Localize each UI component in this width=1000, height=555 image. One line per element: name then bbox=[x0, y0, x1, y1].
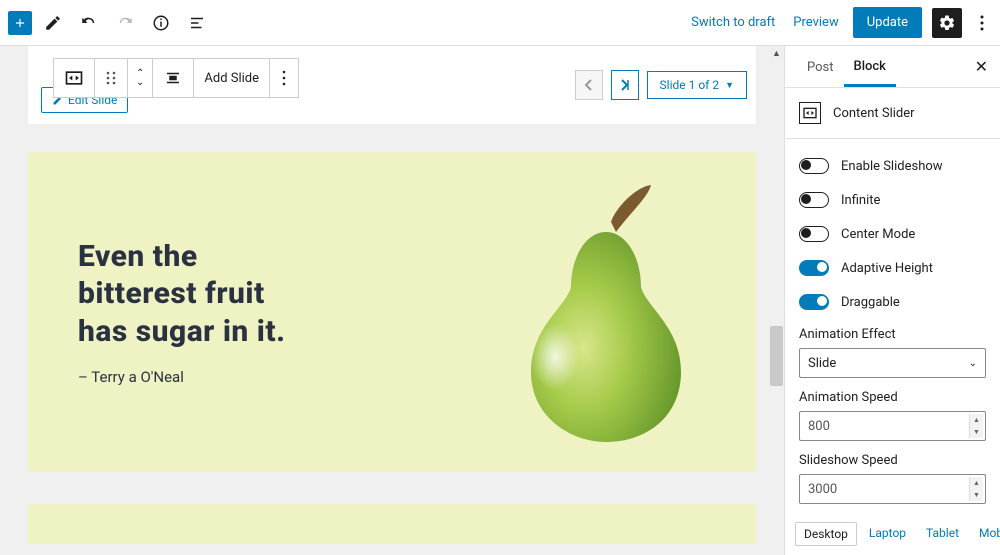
drag-handle[interactable] bbox=[95, 59, 128, 97]
toggle-draggable-switch[interactable] bbox=[799, 294, 829, 310]
editor-topbar: Switch to draft Preview Update bbox=[0, 0, 1000, 46]
sidebar-tabs: Post Block ✕ bbox=[785, 46, 1000, 88]
info-button[interactable] bbox=[146, 8, 176, 38]
content-slider-icon bbox=[799, 102, 821, 124]
prev-slide-button[interactable] bbox=[575, 70, 603, 100]
toggle-infinite: Infinite bbox=[799, 183, 986, 217]
toggle-enable-slideshow: Enable Slideshow bbox=[799, 149, 986, 183]
slide-text: Even the bitterest fruit has sugar in it… bbox=[78, 238, 446, 387]
toggle-infinite-switch[interactable] bbox=[799, 192, 829, 208]
device-tab-tablet[interactable]: Tablet bbox=[918, 522, 967, 546]
device-tab-desktop[interactable]: Desktop bbox=[795, 522, 857, 546]
move-down-icon: ⌄ bbox=[136, 78, 144, 87]
tab-block[interactable]: Block bbox=[844, 47, 896, 87]
chevron-down-icon: ⌄ bbox=[969, 358, 977, 369]
block-header: Content Slider bbox=[785, 88, 1000, 139]
editor-canvas: ▲ ⌃ ⌄ bbox=[0, 46, 784, 555]
slideshow-speed-spinner[interactable]: ▲▼ bbox=[969, 477, 983, 501]
main-layout: ▲ ⌃ ⌄ bbox=[0, 46, 1000, 555]
toggle-adaptive-height: Adaptive Height bbox=[799, 251, 986, 285]
animation-speed-label: Animation Speed bbox=[799, 390, 986, 405]
switch-to-draft-button[interactable]: Switch to draft bbox=[687, 9, 779, 36]
update-button[interactable]: Update bbox=[853, 7, 922, 38]
align-button[interactable] bbox=[153, 59, 194, 97]
add-slide-button[interactable]: Add Slide bbox=[194, 59, 270, 97]
slide-image bbox=[476, 177, 706, 447]
toggle-adaptive-height-switch[interactable] bbox=[799, 260, 829, 276]
animation-effect-field: Animation Effect Slide ⌄ bbox=[785, 319, 1000, 382]
slide-author: – Terry a O'Neal bbox=[78, 368, 446, 386]
animation-effect-label: Animation Effect bbox=[799, 327, 986, 342]
slide-nav: Slide 1 of 2 ▼ bbox=[575, 70, 747, 100]
animation-speed-spinner[interactable]: ▲▼ bbox=[969, 414, 983, 438]
block-more-button[interactable] bbox=[270, 59, 298, 97]
block-title: Content Slider bbox=[833, 106, 915, 121]
toggle-draggable: Draggable bbox=[799, 285, 986, 319]
outline-button[interactable] bbox=[182, 8, 212, 38]
toggle-infinite-label: Infinite bbox=[841, 193, 880, 208]
animation-effect-select[interactable]: Slide ⌄ bbox=[799, 348, 986, 378]
slide-1[interactable]: Even the bitterest fruit has sugar in it… bbox=[28, 152, 756, 472]
animation-speed-input[interactable]: 800 ▲▼ bbox=[799, 411, 986, 441]
content-slider-icon bbox=[64, 68, 84, 88]
slideshow-speed-field: Slideshow Speed 3000 ▲▼ bbox=[785, 445, 1000, 508]
animation-effect-value: Slide bbox=[808, 356, 836, 371]
add-block-button[interactable] bbox=[8, 11, 32, 35]
chevron-left-icon bbox=[584, 79, 594, 91]
canvas-scrollbar[interactable]: ▲ bbox=[769, 46, 784, 555]
add-slide-label: Add Slide bbox=[204, 71, 259, 86]
toggle-enable-slideshow-switch[interactable] bbox=[799, 158, 829, 174]
next-slide-button[interactable] bbox=[611, 70, 639, 100]
topbar-left bbox=[8, 8, 681, 38]
toggle-adaptive-height-label: Adaptive Height bbox=[841, 261, 933, 276]
slide-selector[interactable]: Slide 1 of 2 ▼ bbox=[647, 71, 747, 99]
settings-button[interactable] bbox=[932, 8, 962, 38]
close-sidebar-button[interactable]: ✕ bbox=[975, 57, 988, 76]
chevron-right-icon bbox=[619, 79, 631, 91]
toggle-draggable-label: Draggable bbox=[841, 295, 900, 310]
device-tab-laptop[interactable]: Laptop bbox=[861, 522, 914, 546]
scrollbar-thumb[interactable] bbox=[770, 326, 783, 386]
slide-of-label: Slide 1 of 2 bbox=[660, 78, 720, 92]
block-toolbar: ⌃ ⌄ Add Slide bbox=[53, 58, 299, 98]
align-icon bbox=[163, 68, 183, 88]
caret-down-icon: ▼ bbox=[725, 80, 734, 91]
slide-heading: Even the bitterest fruit has sugar in it… bbox=[78, 238, 446, 351]
topbar-right: Switch to draft Preview Update bbox=[687, 7, 992, 38]
more-options-button[interactable] bbox=[972, 8, 992, 38]
drag-icon bbox=[101, 68, 121, 88]
toggle-center-mode-switch[interactable] bbox=[799, 226, 829, 242]
settings-sidebar: Post Block ✕ Content Slider Enable Slide… bbox=[784, 46, 1000, 555]
toggle-center-mode: Center Mode bbox=[799, 217, 986, 251]
block-type-button[interactable] bbox=[54, 59, 95, 97]
slide-2-peek[interactable] bbox=[28, 504, 756, 544]
slideshow-speed-label: Slideshow Speed bbox=[799, 453, 986, 468]
block-movers[interactable]: ⌃ ⌄ bbox=[128, 59, 153, 97]
animation-speed-value: 800 bbox=[808, 419, 830, 434]
animation-speed-field: Animation Speed 800 ▲▼ bbox=[785, 382, 1000, 445]
responsive-device-tabs: Desktop Laptop Tablet Mobile bbox=[785, 508, 1000, 552]
toggle-enable-slideshow-label: Enable Slideshow bbox=[841, 159, 943, 174]
slideshow-speed-input[interactable]: 3000 ▲▼ bbox=[799, 474, 986, 504]
preview-button[interactable]: Preview bbox=[789, 9, 842, 36]
device-tab-mobile[interactable]: Mobile bbox=[971, 522, 1000, 546]
edit-mode-button[interactable] bbox=[38, 8, 68, 38]
toggle-center-mode-label: Center Mode bbox=[841, 227, 915, 242]
undo-button[interactable] bbox=[74, 8, 104, 38]
toggle-settings: Enable Slideshow Infinite Center Mode Ad… bbox=[785, 139, 1000, 319]
tab-post[interactable]: Post bbox=[797, 48, 844, 85]
redo-button[interactable] bbox=[110, 8, 140, 38]
slideshow-speed-value: 3000 bbox=[808, 482, 837, 497]
scroll-up-arrow[interactable]: ▲ bbox=[770, 46, 783, 60]
